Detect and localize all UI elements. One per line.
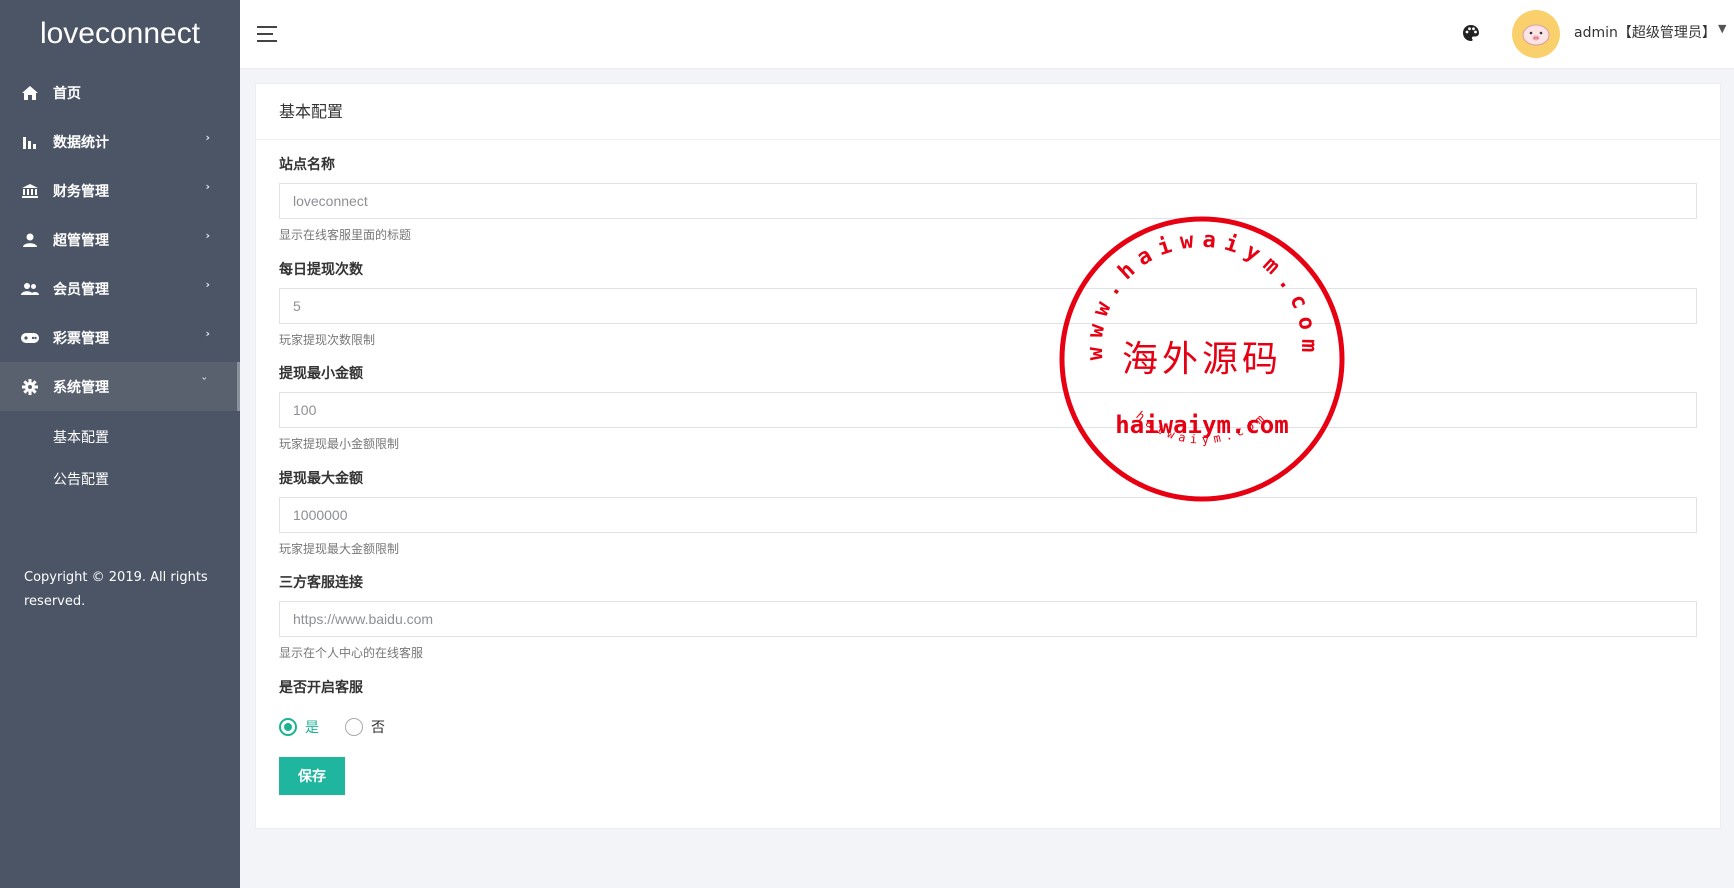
field-daily-withdraw-count: 每日提现次数 5 玩家提现次数限制 <box>279 261 1697 366</box>
sidebar-item-label: 彩票管理 <box>53 330 109 347</box>
field-label: 站点名称 <box>279 157 335 173</box>
sidebar-item-members[interactable]: 会员管理 › <box>0 264 240 313</box>
field-hint: 玩家提现最大金额限制 <box>279 541 400 556</box>
palette-icon[interactable] <box>1462 24 1480 46</box>
service-radio-group: 是 否 <box>279 717 1697 737</box>
field-min-withdraw: 提现最小金额 100 玩家提现最小金额限制 <box>279 365 1697 470</box>
user-icon <box>21 231 39 249</box>
stamp-center-text: 海外源码 <box>1122 339 1282 380</box>
sidebar-subitem-notice-config[interactable]: 公告配置 <box>0 459 240 501</box>
brand-logo[interactable]: loveconnect <box>0 0 240 68</box>
sidebar-subitem-basic-config[interactable]: 基本配置 <box>0 417 240 459</box>
field-label: 每日提现次数 <box>279 261 363 278</box>
radio-yes-label[interactable]: 是 <box>305 717 319 737</box>
radio-no-label[interactable]: 否 <box>371 717 385 737</box>
card-title: 基本配置 <box>256 84 1720 140</box>
radio-yes[interactable] <box>279 717 297 736</box>
field-max-withdraw: 提现最大金额 1000000 玩家提现最大金额限制 <box>279 470 1697 575</box>
sidebar-item-finance[interactable]: 财务管理 › <box>0 166 240 215</box>
radio-no[interactable] <box>345 717 363 736</box>
field-service-link: 三方客服连接 https://www.baidu.com 显示在个人中心的在线客… <box>279 574 1697 679</box>
home-icon <box>21 84 39 102</box>
chevron-right-icon: › <box>205 180 210 193</box>
sidebar-item-statistics[interactable]: 数据统计 › <box>0 117 240 166</box>
site-name-input[interactable]: loveconnect <box>279 183 1697 219</box>
chevron-right-icon: › <box>205 131 210 144</box>
bank-icon <box>21 182 39 200</box>
field-hint: 玩家提现次数限制 <box>279 332 376 347</box>
sidebar-item-label: 首页 <box>53 85 81 102</box>
sidebar-item-label: 超管管理 <box>53 232 109 249</box>
sidebar-item-label: 财务管理 <box>53 183 109 200</box>
sidebar-item-system[interactable]: 系统管理 ˇ <box>0 362 240 411</box>
sidebar: loveconnect 首页 数据统计 › 财务管理 › 超管管理 › 会员管理… <box>0 0 240 888</box>
save-button[interactable]: 保存 <box>279 756 345 795</box>
sidebar-item-lottery[interactable]: 彩票管理 › <box>0 313 240 362</box>
sidebar-item-label: 系统管理 <box>53 379 109 396</box>
field-hint: 玩家提现最小金额限制 <box>279 437 400 451</box>
field-label: 提现最大金额 <box>279 470 363 487</box>
copyright-text: Copyright © 2019. All rights reserved. <box>24 570 208 609</box>
sidebar-item-admins[interactable]: 超管管理 › <box>0 215 240 264</box>
bar-chart-icon <box>21 133 39 151</box>
menu-toggle-icon[interactable] <box>257 26 277 47</box>
config-card: 基本配置 站点名称 loveconnect 显示在线客服里面的标题 每日提现次数… <box>255 83 1721 829</box>
field-hint: 显示在线客服里面的标题 <box>279 228 412 242</box>
sidebar-item-label: 会员管理 <box>53 281 109 298</box>
daily-withdraw-count-input[interactable]: 5 <box>279 287 1697 324</box>
field-label: 三方客服连接 <box>279 575 363 591</box>
chevron-right-icon: › <box>205 229 210 242</box>
field-label: 提现最小金额 <box>279 366 363 382</box>
config-form: 站点名称 loveconnect 显示在线客服里面的标题 每日提现次数 5 玩家… <box>279 156 1697 795</box>
top-bar: admin【超级管理员】 ▼ <box>240 0 1734 69</box>
gear-icon <box>21 378 39 396</box>
field-service-toggle: 是否开启客服 是 否 保存 <box>279 679 1697 795</box>
field-hint: 显示在个人中心的在线客服 <box>279 646 424 660</box>
sidebar-submenu: 基本配置 公告配置 <box>0 411 240 501</box>
watermark-stamp: www.haiwaiym.com 海外源码 haiwaiym.com haiwa… <box>1058 215 1346 503</box>
gamepad-icon <box>21 329 39 347</box>
field-label: 是否开启客服 <box>279 679 363 696</box>
field-site-name: 站点名称 loveconnect 显示在线客服里面的标题 <box>279 156 1697 261</box>
min-withdraw-input[interactable]: 100 <box>279 392 1697 428</box>
users-icon <box>21 280 39 298</box>
sidebar-item-home[interactable]: 首页 <box>0 68 240 117</box>
service-link-input[interactable]: https://www.baidu.com <box>279 601 1697 637</box>
user-menu[interactable]: admin【超级管理员】 <box>1574 22 1716 42</box>
caret-down-icon[interactable]: ▼ <box>1718 22 1726 35</box>
sidebar-item-label: 数据统计 <box>53 134 109 151</box>
chevron-right-icon: › <box>205 278 210 291</box>
chevron-right-icon: › <box>205 327 210 340</box>
avatar[interactable] <box>1512 10 1560 58</box>
max-withdraw-input[interactable]: 1000000 <box>279 496 1697 533</box>
chevron-down-icon: ˇ <box>201 376 208 389</box>
